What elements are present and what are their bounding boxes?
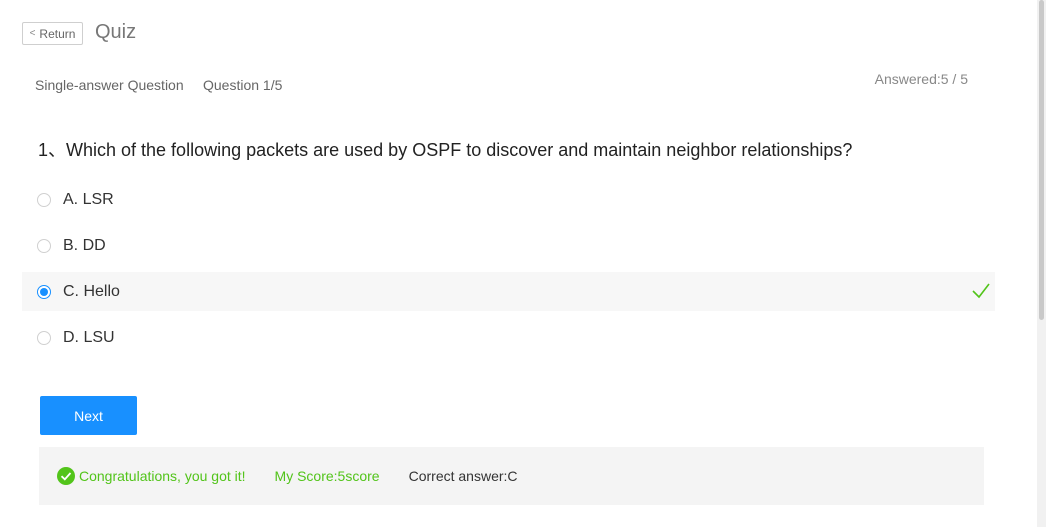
option-label: A. LSR: [63, 190, 114, 208]
answered-count: Answered:5 / 5: [874, 71, 968, 87]
quiz-page: < Return Quiz Single-answer Question Que…: [0, 0, 1046, 527]
option-d[interactable]: D. LSU: [22, 318, 995, 357]
question-text: 1、Which of the following packets are use…: [38, 140, 853, 160]
score-text: My Score:5score: [274, 468, 380, 484]
scrollbar-thumb[interactable]: [1039, 0, 1044, 320]
option-label: B. DD: [63, 236, 106, 254]
return-label: Return: [39, 26, 76, 41]
option-label: D. LSU: [63, 328, 115, 346]
option-c[interactable]: C. Hello: [22, 272, 995, 311]
return-button[interactable]: < Return: [22, 22, 83, 45]
chevron-left-icon: <: [29, 28, 36, 39]
radio-button[interactable]: [37, 192, 51, 207]
question-number: Question 1/5: [203, 77, 283, 93]
next-button[interactable]: Next: [40, 396, 137, 435]
success-message: Congratulations, you got it!: [79, 468, 246, 484]
success-check-icon: [57, 467, 75, 485]
result-panel: Congratulations, you got it! My Score:5s…: [39, 447, 984, 505]
page-title: Quiz: [95, 21, 137, 43]
correct-answer-text: Correct answer:C: [408, 468, 518, 484]
option-b[interactable]: B. DD: [22, 226, 995, 265]
option-a[interactable]: A. LSR: [22, 180, 995, 219]
radio-button[interactable]: [37, 238, 51, 253]
checkmark-icon: [972, 283, 990, 299]
question-type: Single-answer Question: [35, 77, 184, 93]
option-label: C. Hello: [63, 282, 120, 300]
radio-button[interactable]: [37, 330, 51, 345]
radio-button-checked[interactable]: [37, 284, 51, 299]
scrollbar[interactable]: [1037, 0, 1046, 527]
